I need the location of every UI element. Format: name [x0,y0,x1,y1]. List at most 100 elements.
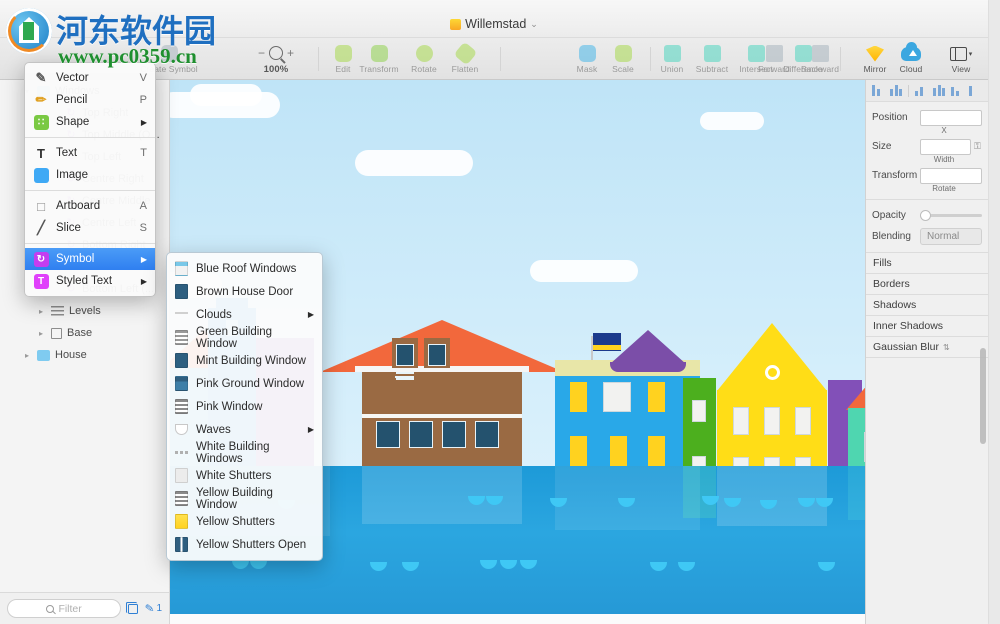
blending-row[interactable]: Blending Normal [866,226,988,247]
opacity-slider-knob[interactable] [920,210,931,221]
brown-house-door-icon [175,284,188,299]
symbol-menu-item-white-building-windows[interactable]: White Building Windows [167,441,322,464]
symbol-menu-item-brown-house-door[interactable]: Brown House Door [167,280,322,303]
align-left-icon[interactable] [872,85,884,96]
menu-item-vector[interactable]: ✎VectorV [25,67,155,89]
zoom-percent: 100% [264,64,289,75]
chevron-down-icon[interactable]: ▾ [969,50,973,58]
menu-item-styled-text[interactable]: TStyled Text▶ [25,270,155,292]
symbol-menu-item-yellow-building-window[interactable]: Yellow Building Window [167,487,322,510]
disclosure-triangle-icon[interactable]: ▸ [36,307,46,316]
disclosure-triangle-icon[interactable]: ▸ [22,351,32,360]
chevron-down-icon[interactable]: ⌄ [530,19,538,30]
position-x-input[interactable] [920,110,982,126]
menu-item-text[interactable]: TTextT [25,142,155,164]
insert-tools-menu[interactable]: ✎VectorV✏PencilP∷Shape▶ TTextTImage □Artbo… [24,62,156,297]
distribute-icon[interactable] [969,85,981,96]
section-gaussian-blur[interactable]: Gaussian Blur ⇅ [866,337,988,358]
alignment-toolbar[interactable] [866,80,988,102]
align-middle-icon[interactable] [933,85,945,96]
inspector-panel[interactable]: Position X Size ⚿ Width Transform Rotate [865,80,988,624]
toolbar-button-union[interactable]: Union [654,38,690,80]
symbol-menu-item-white-shutters[interactable]: White Shutters [167,464,322,487]
transform-row[interactable]: Transform [866,165,988,186]
menu-item-symbol[interactable]: ↻Symbol▶ [25,248,155,270]
position-row[interactable]: Position [866,107,988,128]
toolbar-button-mirror[interactable]: Mirror [857,38,893,80]
layer-row[interactable]: ▸Base [0,322,169,344]
backward-icon [812,44,829,63]
symbol-menu-item-pink-ground-window[interactable]: Pink Ground Window [167,372,322,395]
subtract-icon [704,44,721,63]
size-width-input[interactable] [920,139,971,155]
opacity-slider[interactable] [920,214,982,217]
shutter-yellow [610,436,627,466]
section-shadows[interactable]: Shadows [866,295,988,316]
toolbar-button-backward[interactable]: Backward [796,38,844,80]
toolbar-button-cloud[interactable]: Cloud [893,38,929,80]
inspector-scrollbar[interactable] [980,348,986,444]
geometry-section: Position X Size ⚿ Width Transform Rotate [866,102,988,200]
menu-item-label: Vector [56,72,89,84]
symbol-menu-item-clouds[interactable]: Clouds▶ [167,303,322,326]
symbol-submenu[interactable]: Blue Roof WindowsBrown House DoorClouds▶… [166,252,323,561]
opacity-label: Opacity [872,210,920,221]
align-bottom-icon[interactable] [951,85,963,96]
slice-knife-icon: ╱ [33,220,49,236]
size-row[interactable]: Size ⚿ [866,136,988,157]
menu-item-image[interactable]: Image [25,164,155,186]
toolbar-button-flatten[interactable]: Flatten [444,38,486,80]
transform-rotate-input[interactable] [920,168,982,184]
filter-input[interactable]: Filter [7,599,121,618]
symbol-menu-item-yellow-shutters[interactable]: Yellow Shutters [167,510,322,533]
toolbar-button-rotate[interactable]: Rotate [404,38,444,80]
zoom-out-button[interactable]: − [258,46,265,60]
menu-item-shortcut: A [140,200,147,212]
reflection-band [848,466,865,520]
toolbar-label: View [952,64,971,74]
document-title[interactable]: Willemstad ⌄ [0,17,988,31]
toolbar-button-subtract[interactable]: Subtract [690,38,734,80]
zoom-control[interactable]: − + 100% [246,38,306,80]
toolbar-button-scale[interactable]: Scale [606,38,640,80]
shutter-yellow [570,436,587,466]
opacity-row[interactable]: Opacity [866,205,988,226]
submenu-arrow-icon: ▶ [141,277,147,286]
symbol-menu-item-pink-window[interactable]: Pink Window [167,395,322,418]
section-inner-shadows[interactable]: Inner Shadows [866,316,988,337]
toolbar-label: Backward [801,64,839,74]
symbol-menu-item-yellow-shutters-open[interactable]: Yellow Shutters Open [167,533,322,556]
symbol-menu-item-green-building-window[interactable]: Green Building Window [167,326,322,349]
magnifier-icon[interactable] [269,46,283,60]
section-borders[interactable]: Borders [866,274,988,295]
gable-oculus [765,365,780,380]
duplicate-icon [128,604,138,614]
menu-item-pencil[interactable]: ✏PencilP [25,89,155,111]
toolbar-button-view[interactable]: ▾ View [942,38,980,80]
section-label: Fills [873,257,892,269]
blending-select[interactable]: Normal [920,228,982,245]
symbol-menu-item-mint-building-window[interactable]: Mint Building Window [167,349,322,372]
pen-count[interactable]: ✎ 1 [145,602,162,615]
symbol-menu-item-blue-roof-windows[interactable]: Blue Roof Windows [167,257,322,280]
align-top-icon[interactable] [915,85,927,96]
menu-item-slice[interactable]: ╱SliceS [25,217,155,239]
union-icon [664,44,681,63]
section-fills[interactable]: Fills [866,253,988,274]
lock-aspect-icon[interactable]: ⚿ [974,141,982,152]
disclosure-triangle-icon[interactable]: ▸ [36,329,46,338]
toolbar-button-mask[interactable]: Mask [570,38,604,80]
menu-item-artboard[interactable]: □ArtboardA [25,195,155,217]
toolbar-button-transform[interactable]: Transform [354,38,404,80]
align-center-horizontal-icon[interactable] [890,85,902,96]
menu-item-shape[interactable]: ∷Shape▶ [25,111,155,133]
duplicate-button[interactable] [128,604,138,614]
toolbar-button-forward[interactable]: Forward [752,38,796,80]
layer-row[interactable]: ▸House [0,344,169,366]
layer-row[interactable]: ▸Levels [0,300,169,322]
blur-stepper-icon[interactable]: ⇅ [943,343,950,352]
symbol-menu-item-waves[interactable]: Waves▶ [167,418,322,441]
zoom-in-button[interactable]: + [287,46,294,60]
window-yellow-building [795,407,811,435]
cloud-shape [355,150,473,176]
